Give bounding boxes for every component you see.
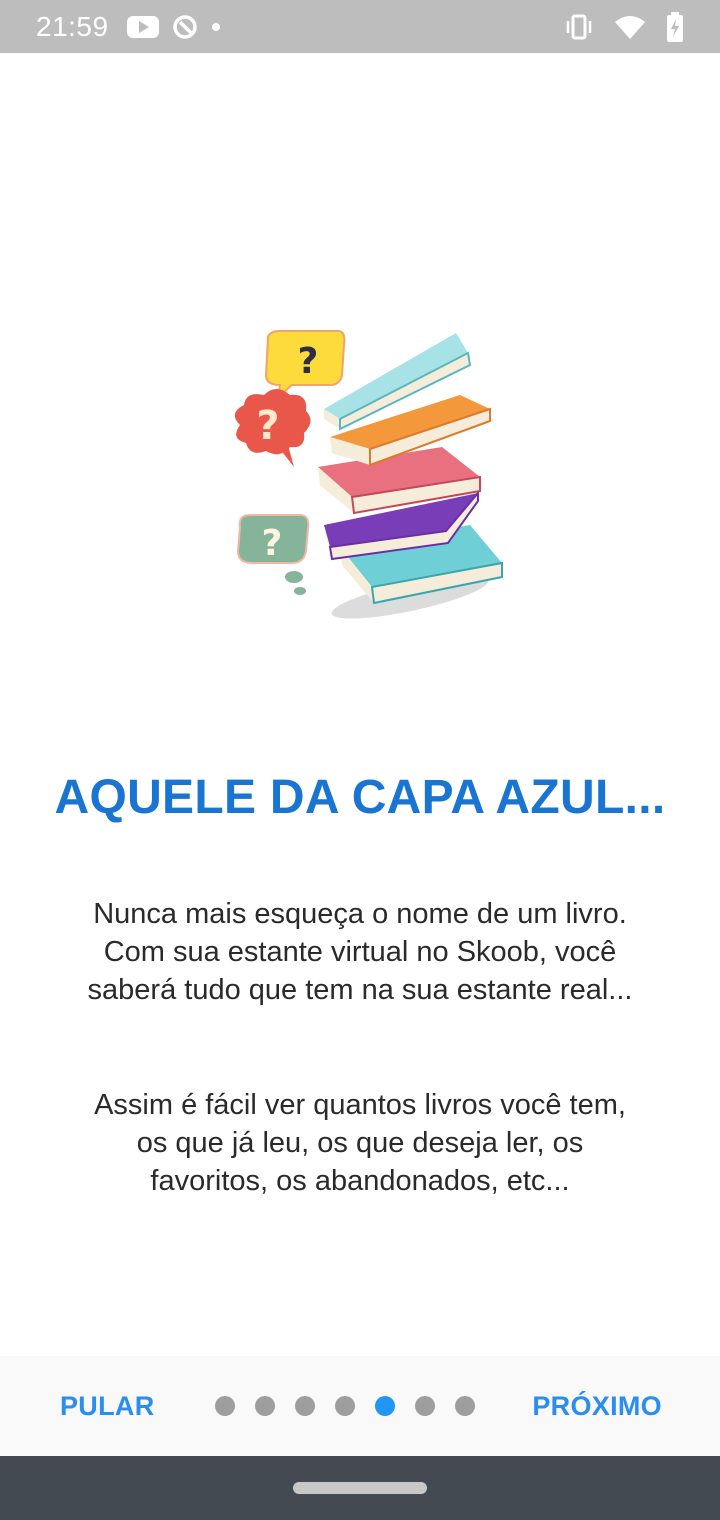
svg-text:?: ? xyxy=(262,523,283,564)
question-bubble-icon: ? xyxy=(264,330,346,400)
skip-button[interactable]: PULAR xyxy=(60,1391,155,1422)
svg-text:?: ? xyxy=(256,403,279,449)
question-cloud-icon: ? xyxy=(234,389,311,467)
page-dot xyxy=(455,1396,475,1416)
books-illustration: ? ? ? xyxy=(220,325,510,625)
page-dot xyxy=(215,1396,235,1416)
status-right-icons xyxy=(564,11,684,42)
system-nav-bar xyxy=(0,1456,720,1520)
page-dot xyxy=(415,1396,435,1416)
wifi-icon xyxy=(614,14,646,40)
page-indicator xyxy=(215,1396,475,1416)
home-gesture-handle[interactable] xyxy=(293,1482,427,1494)
page-dot-active xyxy=(375,1396,395,1416)
description-paragraph-1: Nunca mais esqueça o nome de um livro. C… xyxy=(87,898,633,1006)
youtube-icon xyxy=(126,15,159,38)
status-time: 21:59 xyxy=(36,10,109,42)
status-bar: 21:59 xyxy=(0,0,720,53)
page-dot xyxy=(295,1396,315,1416)
svg-text:?: ? xyxy=(298,341,319,382)
battery-charging-icon xyxy=(666,11,684,42)
sync-icon xyxy=(171,13,199,41)
question-small-bubble-icon: ? xyxy=(236,514,310,595)
page-dot xyxy=(255,1396,275,1416)
page-title: AQUELE DA CAPA AZUL... xyxy=(54,771,666,824)
vibrate-icon xyxy=(564,14,594,40)
status-left-icons xyxy=(126,13,221,41)
onboarding-nav: PULAR PRÓXIMO xyxy=(0,1356,720,1456)
page-dot xyxy=(335,1396,355,1416)
description-paragraph-2: Assim é fácil ver quantos livros você te… xyxy=(94,1089,626,1197)
dot-icon xyxy=(211,22,221,32)
next-button[interactable]: PRÓXIMO xyxy=(532,1391,662,1422)
